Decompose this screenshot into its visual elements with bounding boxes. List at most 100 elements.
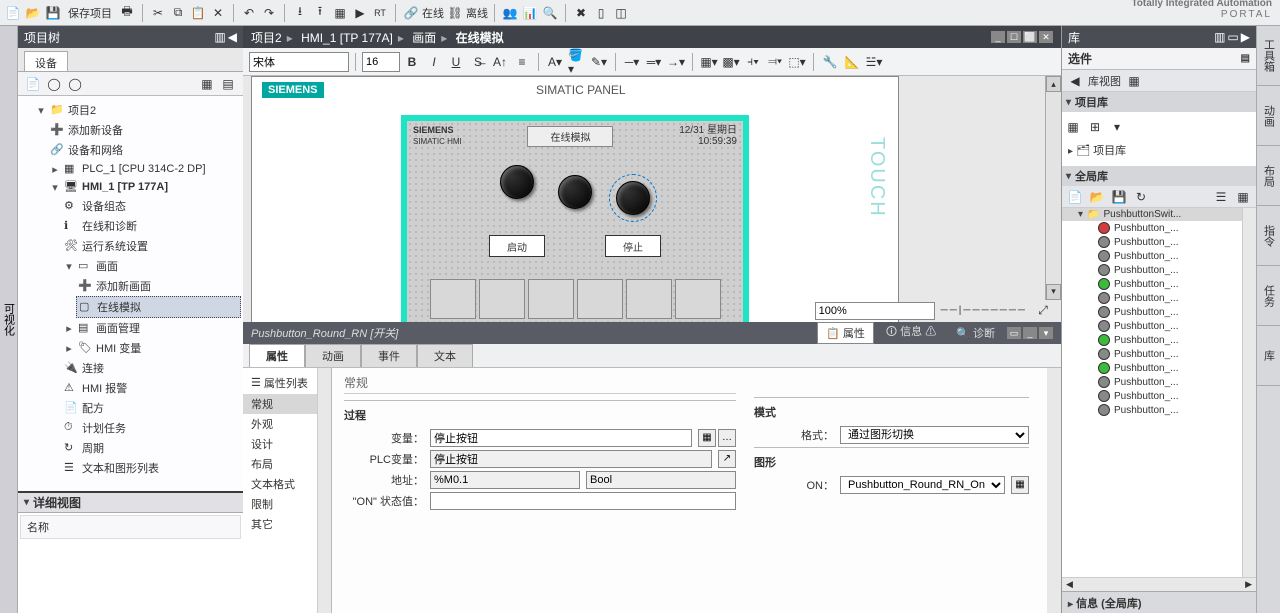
tree-add-screen[interactable]: ➕添加新画面 [76,276,241,296]
chevron-right-icon[interactable]: ▸ [50,163,60,176]
graph-on-select[interactable]: Pushbutton_Round_RN_On [840,476,1005,494]
prop-list-scrollbar[interactable] [317,368,331,613]
zoom-select[interactable] [815,302,935,320]
rt-icon[interactable]: RT [371,4,389,22]
global-lib-items[interactable]: ▾ 📁 PushbuttonSwit... Pushbutton_...Push… [1062,208,1242,577]
split-icon[interactable]: ◫ [612,4,630,22]
glib-list-icon[interactable]: ☰ [1212,188,1230,206]
copy-icon[interactable]: ⧉ [169,4,187,22]
window-layout-icon[interactable]: ▯ [592,4,610,22]
breadcrumb-item[interactable]: 画面 [412,31,436,45]
glib-save-icon[interactable]: 💾 [1110,188,1128,206]
line-color-button[interactable]: ✎▾ [589,52,609,72]
prop-layout-button[interactable]: ▭ [1007,327,1021,339]
right-tab[interactable]: 库 [1257,326,1280,386]
fkey[interactable] [626,279,672,319]
lib-item[interactable]: Pushbutton_... [1062,305,1242,319]
tree-nav-back-icon[interactable]: ◯ [45,75,63,93]
underline-button[interactable]: U [446,52,466,72]
tree-recipes[interactable]: 📄配方 [62,398,241,418]
fkey[interactable] [675,279,721,319]
hmi-screen-title[interactable]: 在线模拟 [527,126,613,147]
vertical-scrollbar[interactable]: ▴ ▾ [1045,76,1061,300]
right-tab[interactable]: 动画 [1257,86,1280,146]
prop-close-button[interactable]: ▾ [1039,327,1053,339]
cut-icon[interactable]: ✂ [149,4,167,22]
scroll-up-icon[interactable]: ▴ [1046,76,1061,92]
tab-info[interactable]: 🛈 信息 ⚠ [878,321,944,344]
tree-runtime-settings[interactable]: 🛠运行系统设置 [62,236,241,256]
line-style-button[interactable]: ─▾ [622,52,642,72]
pushbutton-1[interactable] [500,165,534,199]
stop-button[interactable]: 停止 [605,235,661,257]
tree-screen-mgmt[interactable]: ▸▤画面管理 [62,318,241,338]
tree-online-sim[interactable]: ▢在线模拟 [76,296,241,318]
font-color-button[interactable]: A▾ [545,52,565,72]
lib-dropdown-icon[interactable]: ▾ [1108,118,1126,136]
right-tab[interactable]: 工具箱 [1257,26,1280,86]
fkey[interactable] [479,279,525,319]
var-input[interactable] [430,429,692,447]
tree-connections[interactable]: 🔌连接 [62,358,241,378]
tree-cycles[interactable]: ↻周期 [62,438,241,458]
glib-new-icon[interactable]: 📄 [1066,188,1084,206]
chevron-down-icon[interactable]: ▾ [24,497,29,508]
plcvar-link-button[interactable]: ↗ [718,450,736,468]
ruler-icon[interactable]: 📐 [842,52,862,72]
accessible-icon[interactable]: 👥 [501,4,519,22]
project-tree[interactable]: ▾📁项目2 ➕添加新设备 🔗设备和网络 ▸▦PLC_1 [CPU 314C-2 … [18,96,243,491]
right-tab[interactable]: 布局 [1257,146,1280,206]
tree-refresh-icon[interactable]: 📄 [24,75,42,93]
leftbar-tab-visualization[interactable]: 可视化 [0,26,18,613]
save-icon[interactable]: 💾 [44,4,62,22]
zoom-fit-icon[interactable]: ⤢ [1033,301,1053,321]
start-button[interactable]: 启动 [489,235,545,257]
maximize-button[interactable]: ⬜ [1023,31,1037,43]
lib-scrollbar[interactable] [1242,208,1256,577]
tree-add-device[interactable]: ➕添加新设备 [48,120,241,140]
onstate-input[interactable] [430,492,736,510]
cross-ref-icon[interactable]: 📊 [521,4,539,22]
tree-hmi[interactable]: ▾🖥HMI_1 [TP 177A] [48,178,241,196]
wrench-icon[interactable]: 🔧 [820,52,840,72]
pin-icon[interactable]: ▥ [214,30,225,44]
tree-nav-fwd-icon[interactable]: ◯ [66,75,84,93]
lib-view-button[interactable]: ◀ [1066,72,1084,90]
fkey[interactable] [430,279,476,319]
upload-icon[interactable]: ⭱ [311,4,329,22]
open-icon[interactable]: 📂 [24,4,42,22]
lib-item[interactable]: Pushbutton_... [1062,375,1242,389]
fkey[interactable] [528,279,574,319]
go-online-icon[interactable]: 🔗 [402,4,420,22]
lib-item[interactable]: Pushbutton_... [1062,291,1242,305]
lib-h-scrollbar[interactable]: ◀▶ [1062,577,1256,591]
right-tab[interactable]: 指令 [1257,206,1280,266]
right-tab[interactable]: 任务 [1257,266,1280,326]
chevron-down-icon[interactable]: ▾ [50,181,60,194]
glib-refresh-icon[interactable]: ↻ [1132,188,1150,206]
lib-view-toggle-icon[interactable]: ▦ [1125,72,1143,90]
search-icon[interactable]: 🔍 [541,4,559,22]
lib-collapse-icon[interactable]: ▶ [1241,30,1250,44]
project-lib-root[interactable]: ▸ 🗂 项目库 [1068,142,1250,158]
align-objects-button[interactable]: ⫞▾ [743,52,763,72]
var-picker-button[interactable]: ▦ [698,429,716,447]
redo-icon[interactable]: ↷ [260,4,278,22]
global-lib-header[interactable]: ▾全局库 [1062,166,1256,186]
tab-devices[interactable]: 设备 [24,51,68,71]
breadcrumb-item[interactable]: 在线模拟 [456,31,504,45]
lib-pin-icon[interactable]: ▭ [1227,30,1238,44]
close-button[interactable]: ✕ [1039,31,1053,43]
tree-devices-networks[interactable]: 🔗设备和网络 [48,140,241,160]
tab-properties[interactable]: 📋 属性 [817,322,874,344]
strike-button[interactable]: S̶ [468,52,488,72]
sim-icon[interactable]: ▶ [351,4,369,22]
layers-icon[interactable]: ☱▾ [864,52,884,72]
italic-button[interactable]: I [424,52,444,72]
group-button[interactable]: ⬚▾ [787,52,807,72]
lib-item[interactable]: Pushbutton_... [1062,221,1242,235]
glib-open-icon[interactable]: 📂 [1088,188,1106,206]
tree-online-diag[interactable]: ℹ在线和诊断 [62,216,241,236]
minimize-button[interactable]: _ [991,31,1005,43]
lib-item[interactable]: Pushbutton_... [1062,347,1242,361]
